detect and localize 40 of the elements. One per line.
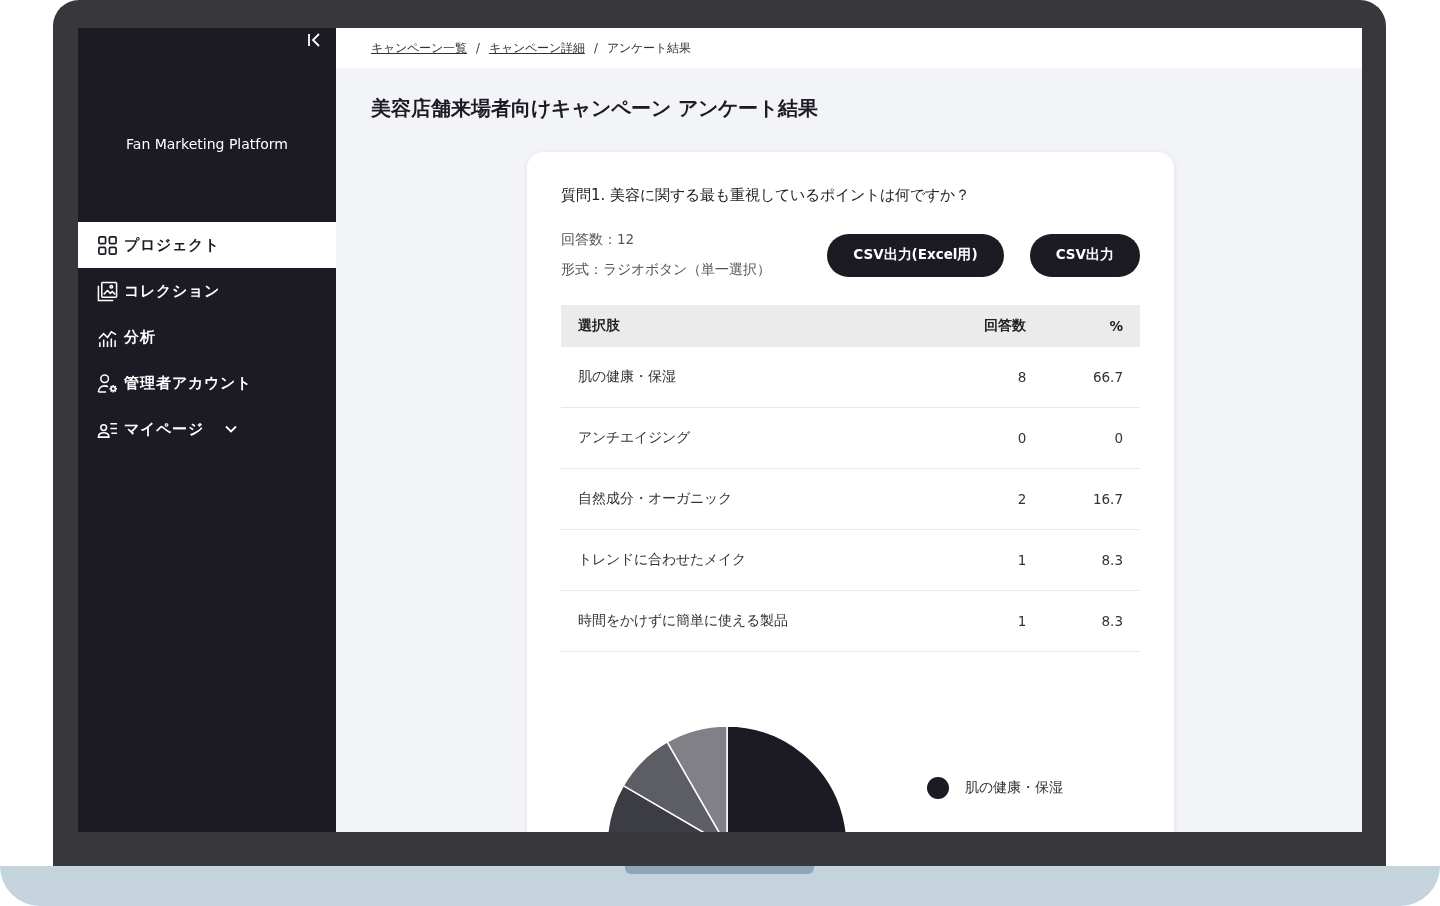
answer-count: 回答数：12: [561, 231, 636, 249]
csv-export-button[interactable]: CSV出力: [1029, 233, 1140, 277]
table-cell: 時間をかけずに簡単に使える製品: [561, 590, 929, 652]
csv-export-button[interactable]: CSV出力(Excel用): [827, 233, 1004, 277]
table-cell: 16.7: [1043, 468, 1140, 530]
table-cell: 8.3: [1043, 529, 1140, 591]
breadcrumb-link[interactable]: キャンペーン詳細: [488, 40, 585, 56]
table-cell: 2: [928, 468, 1044, 530]
table-cell: 0: [1043, 407, 1140, 469]
table-cell: 0: [928, 407, 1044, 469]
nav-item[interactable]: 分析: [78, 314, 336, 360]
column-header: 選択肢: [561, 305, 929, 347]
nav-item[interactable]: マイページ: [78, 406, 336, 452]
table-cell: 1: [928, 529, 1044, 591]
breadcrumb-separator: /: [593, 41, 598, 55]
table-cell: 8: [928, 347, 1044, 408]
column-header: 回答数: [928, 305, 1044, 347]
legend-label: 肌の健康・保湿: [965, 779, 1063, 797]
nav-item[interactable]: 管理者アカウント: [78, 360, 336, 406]
table-cell: 8.3: [1043, 590, 1140, 652]
breadcrumb-separator: /: [476, 41, 480, 55]
question-title: 質問1. 美容に関する最も重視しているポイントは何ですか？: [561, 186, 972, 205]
column-header: %: [1043, 305, 1140, 347]
table-cell: 1: [928, 590, 1044, 652]
table-cell: アンチエイジング: [561, 407, 929, 469]
table-cell: トレンドに合わせたメイク: [561, 529, 929, 591]
page-title: 美容店舗来場者向けキャンペーン アンケート結果: [371, 95, 819, 122]
nav-item[interactable]: プロジェクト: [78, 222, 336, 268]
nav-item[interactable]: コレクション: [78, 268, 336, 314]
table-cell: 66.7: [1043, 347, 1140, 408]
table-cell: 自然成分・オーガニック: [561, 468, 929, 530]
collapse-icon[interactable]: [306, 32, 322, 48]
user-gear-icon: [97, 372, 118, 394]
question-format: 形式：ラジオボタン（単一選択）: [561, 261, 772, 279]
gallery-icon: [97, 280, 118, 302]
breadcrumb-link[interactable]: キャンペーン一覧: [371, 40, 467, 56]
app-logo: Fan Marketing Platform: [126, 136, 288, 152]
table-cell: 肌の健康・保湿: [561, 347, 929, 408]
breadcrumb-current: アンケート結果: [606, 40, 691, 56]
grid-icon: [97, 234, 118, 256]
